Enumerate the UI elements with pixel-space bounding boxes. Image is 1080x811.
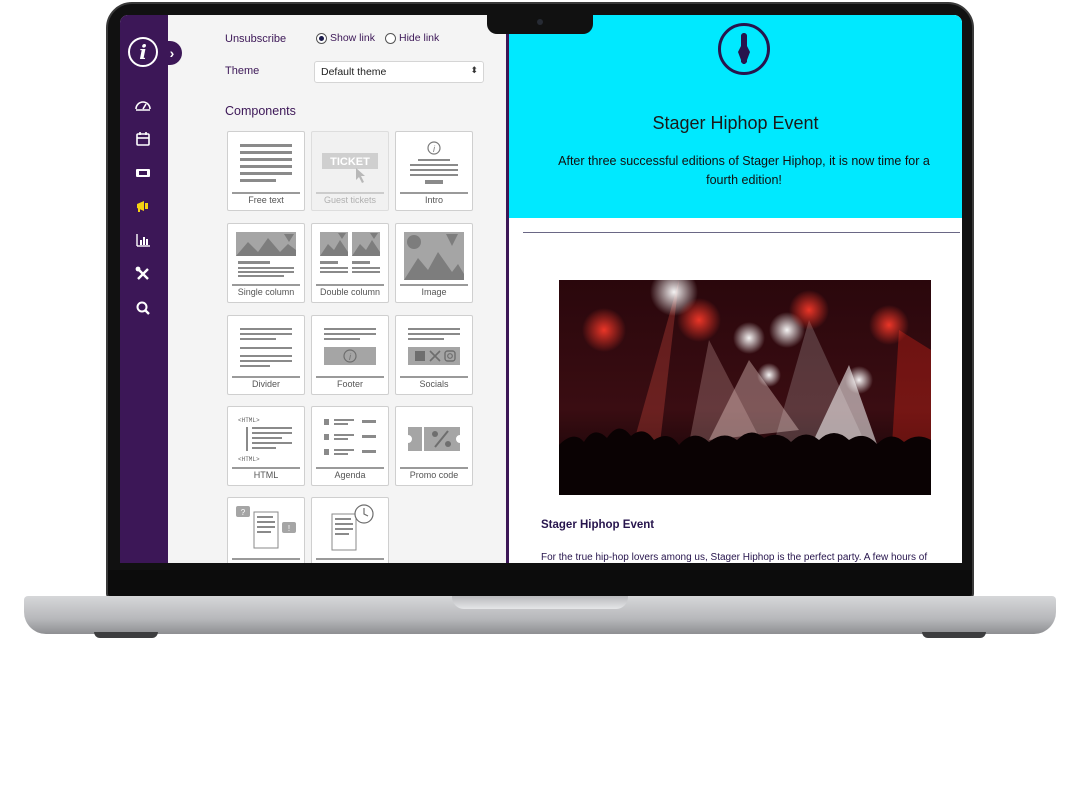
show-link-radio[interactable]: Show link: [316, 32, 375, 44]
laptop-chin: [108, 570, 972, 596]
components-title: Components: [225, 104, 296, 118]
ticket-icon[interactable]: [134, 164, 152, 182]
component-guest-tickets: TICKET Guest tickets: [311, 131, 389, 211]
component-divider[interactable]: Divider: [227, 315, 305, 395]
image-icon: [404, 232, 464, 280]
camera-notch: [487, 12, 593, 34]
free-text-icon: [240, 144, 292, 182]
component-label: Socials: [419, 379, 449, 389]
concert-photo: [559, 280, 931, 495]
single-column-icon: [236, 232, 296, 277]
email-hero-text: After three successful editions of Stage…: [558, 154, 930, 187]
component-label: Guest tickets: [323, 195, 377, 205]
event-title: Stager Hiphop Event: [541, 519, 655, 531]
app-screen: i › Unsubscribe Show link Hide link Them…: [120, 15, 962, 563]
component-single-column[interactable]: Single column: [227, 223, 305, 303]
component-label: Divider: [251, 379, 280, 389]
component-html[interactable]: <HTML> <HTML> HTML: [227, 406, 305, 486]
component-label: Single column: [237, 287, 295, 297]
component-image[interactable]: Image: [395, 223, 473, 303]
socials-icon: [408, 328, 460, 365]
search-icon[interactable]: [134, 299, 152, 317]
component-footer[interactable]: i Footer: [311, 315, 389, 395]
hide-link-radio[interactable]: Hide link: [385, 32, 439, 44]
component-promo-code[interactable]: Promo code: [395, 406, 473, 486]
component-label: Promo code: [409, 470, 459, 480]
intro-icon: i: [410, 141, 458, 184]
component-label: Footer: [336, 379, 363, 389]
ticket-art-text: TICKET: [330, 156, 370, 168]
schedule-icon: [331, 504, 374, 551]
divider-icon: [240, 328, 292, 367]
calendar-icon[interactable]: [134, 130, 152, 148]
tools-icon[interactable]: [134, 265, 152, 283]
laptop-foot-left: [94, 632, 158, 638]
unsubscribe-label: Unsubscribe: [225, 33, 287, 45]
component-label: Agenda: [334, 470, 366, 480]
svg-text:i: i: [433, 144, 436, 154]
component-label: Double column: [319, 287, 381, 297]
footer-icon: i: [324, 328, 376, 365]
laptop-mockup: i › Unsubscribe Show link Hide link Them…: [0, 0, 1080, 811]
radio-button[interactable]: [385, 32, 396, 44]
component-free-text[interactable]: Free text: [227, 131, 305, 211]
editor-panel: Unsubscribe Show link Hide link Theme De…: [168, 15, 506, 563]
html-art-open: <HTML>: [238, 417, 260, 424]
dashboard-icon[interactable]: [134, 97, 152, 115]
chevron-right-icon: ›: [169, 45, 175, 61]
radio-label: Hide link: [399, 32, 440, 44]
event-description: For the true hip-hop lovers among us, St…: [541, 552, 928, 563]
theme-select[interactable]: Default theme ⬍: [314, 61, 484, 83]
agenda-icon: [324, 419, 376, 455]
email-hero-title: Stager Hiphop Event: [652, 113, 819, 133]
component-intro[interactable]: i Intro: [395, 131, 473, 211]
component-faq[interactable]: ? !: [227, 497, 305, 563]
component-label: HTML: [253, 470, 279, 480]
faq-icon: ? !: [236, 506, 296, 549]
svg-text:?: ?: [241, 508, 246, 517]
theme-select-value: Default theme: [321, 66, 387, 78]
camera-icon: [537, 19, 543, 25]
sidebar: i: [120, 15, 168, 563]
component-socials[interactable]: Socials: [395, 315, 473, 395]
component-double-column[interactable]: Double column: [311, 223, 389, 303]
component-label: Image: [421, 287, 447, 297]
component-schedule[interactable]: [311, 497, 389, 563]
email-preview: Stager Hiphop Event After three successf…: [509, 15, 962, 563]
event-logo-icon: [718, 23, 770, 75]
svg-text:!: !: [288, 524, 290, 533]
radio-button[interactable]: [316, 32, 327, 44]
theme-label: Theme: [225, 65, 260, 77]
html-art-close: <HTML>: [238, 456, 260, 463]
laptop-base: [24, 596, 1056, 634]
double-column-icon: [320, 232, 380, 273]
component-label: Intro: [424, 195, 443, 205]
html-icon: <HTML> <HTML>: [238, 417, 292, 463]
select-arrows-icon: ⬍: [470, 65, 478, 75]
app-logo[interactable]: i: [128, 37, 158, 67]
ticket-cursor-icon: TICKET: [322, 153, 378, 183]
promo-code-icon: [408, 427, 460, 451]
email-divider-line: [523, 232, 960, 233]
chart-icon[interactable]: [134, 231, 152, 249]
component-label: Free text: [248, 195, 284, 205]
component-agenda[interactable]: Agenda: [311, 406, 389, 486]
megaphone-icon[interactable]: [134, 197, 152, 215]
radio-label: Show link: [330, 32, 375, 44]
laptop-foot-right: [922, 632, 986, 638]
email-hero: Stager Hiphop Event After three successf…: [509, 15, 962, 218]
